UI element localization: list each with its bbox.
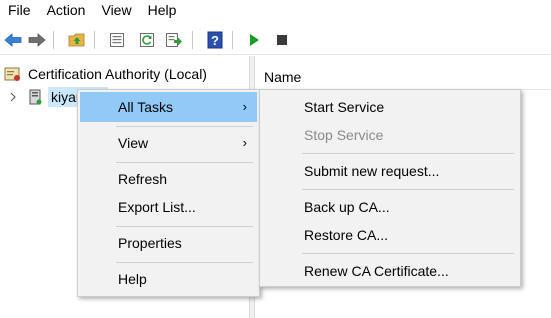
refresh-button[interactable]	[136, 29, 158, 51]
menu-action[interactable]: Action	[39, 0, 94, 22]
chevron-right-icon[interactable]	[8, 91, 18, 103]
toolbar: ?	[0, 27, 551, 55]
menu-item-view[interactable]: View ›	[80, 128, 257, 158]
toolbar-separator	[192, 31, 193, 49]
context-menu: All Tasks › View › Refresh Export List..…	[77, 89, 260, 297]
tree-root-node[interactable]: Certification Authority (Local)	[4, 64, 207, 84]
stop-service-icon	[277, 35, 287, 45]
export-list-icon	[166, 33, 182, 47]
forward-arrow-icon	[28, 33, 46, 47]
properties-icon	[110, 33, 124, 47]
menu-item-renew-ca-certificate[interactable]: Renew CA Certificate...	[262, 256, 518, 286]
menu-item-back-up-ca[interactable]: Back up CA...	[262, 192, 518, 222]
menu-item-submit-new-request[interactable]: Submit new request...	[262, 156, 518, 186]
menu-help[interactable]: Help	[140, 0, 185, 22]
toolbar-separator	[232, 31, 233, 49]
menu-file[interactable]: File	[0, 0, 39, 22]
help-button[interactable]: ?	[204, 29, 226, 51]
server-icon	[29, 89, 42, 105]
toolbar-separator	[94, 31, 95, 49]
menu-separator	[116, 162, 253, 163]
menu-item-stop-service: Stop Service	[304, 127, 384, 143]
menu-item-restore-ca[interactable]: Restore CA...	[262, 220, 518, 250]
help-icon: ?	[207, 31, 223, 49]
chevron-right-icon: ›	[242, 99, 247, 114]
menu-item-start-service[interactable]: Start Service	[262, 92, 518, 122]
export-list-button[interactable]	[163, 29, 185, 51]
menu-separator	[116, 226, 253, 227]
certification-authority-icon	[4, 67, 20, 81]
column-header-name[interactable]: Name	[255, 64, 551, 90]
menu-item-properties[interactable]: Properties	[80, 228, 257, 258]
menu-item-label: All Tasks	[118, 99, 173, 115]
menu-separator	[116, 262, 253, 263]
menu-item-help[interactable]: Help	[80, 264, 257, 294]
tree-root-label: Certification Authority (Local)	[28, 66, 207, 82]
back-button[interactable]	[2, 29, 24, 51]
folder-up-icon	[68, 33, 85, 47]
toolbar-separator	[53, 31, 54, 49]
chevron-right-icon: ›	[242, 135, 247, 150]
menu-separator	[302, 253, 514, 254]
refresh-icon	[140, 33, 154, 47]
menu-item-refresh[interactable]: Refresh	[80, 164, 257, 194]
menu-item-export-list[interactable]: Export List...	[80, 192, 257, 222]
all-tasks-submenu: Start Service Stop Service Submit new re…	[259, 89, 521, 287]
back-arrow-icon	[4, 33, 22, 47]
stop-service-button[interactable]	[271, 29, 293, 51]
start-service-icon	[250, 34, 259, 46]
forward-button[interactable]	[26, 29, 48, 51]
menu-separator	[302, 189, 514, 190]
svg-text:?: ?	[211, 33, 219, 48]
menu-item-all-tasks[interactable]: All Tasks ›	[80, 92, 257, 122]
up-one-level-button[interactable]	[66, 29, 88, 51]
menu-item-label: View	[118, 135, 149, 151]
menu-bar: File Action View Help	[0, 0, 551, 22]
menu-separator	[302, 153, 514, 154]
menu-separator	[116, 126, 253, 127]
properties-button[interactable]	[106, 29, 128, 51]
start-service-button[interactable]	[243, 29, 265, 51]
menu-view[interactable]: View	[93, 0, 139, 22]
